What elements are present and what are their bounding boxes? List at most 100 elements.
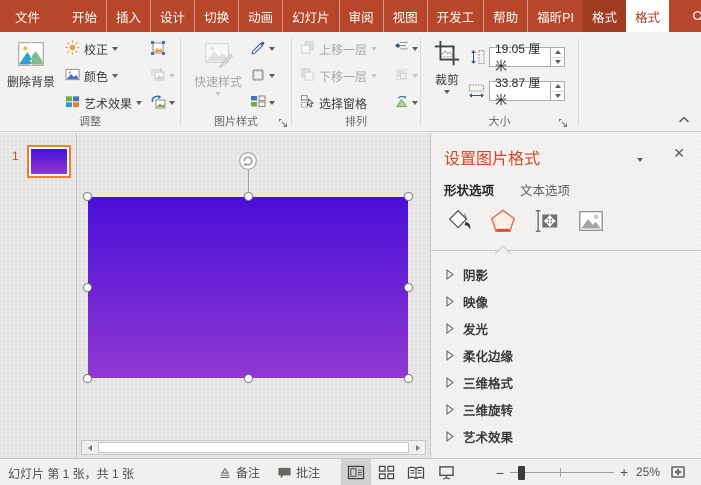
- tab-format-contextual[interactable]: 格式: [582, 0, 626, 32]
- tab-developer[interactable]: 开发工: [426, 0, 484, 32]
- picture-format-icon[interactable]: [576, 205, 606, 237]
- resize-handle-ne[interactable]: [404, 192, 413, 201]
- normal-view-button[interactable]: [341, 459, 371, 485]
- slide-number: 1: [12, 149, 19, 163]
- section-artistic-effects[interactable]: 艺术效果: [446, 423, 691, 450]
- align-button[interactable]: [392, 38, 420, 60]
- zoom-slider-track[interactable]: [510, 472, 614, 473]
- group-objects-icon: [394, 67, 409, 85]
- comments-button[interactable]: 批注: [277, 463, 320, 482]
- resize-handle-s[interactable]: [243, 374, 253, 383]
- tab-insert[interactable]: 插入: [106, 0, 150, 32]
- corrections-button[interactable]: 校正: [62, 38, 121, 60]
- tab-design[interactable]: 设计: [150, 0, 194, 32]
- scroll-left-button[interactable]: [82, 441, 97, 454]
- close-pane-button[interactable]: ✕: [673, 145, 685, 162]
- section-label: 艺术效果: [463, 431, 514, 445]
- remove-background-button[interactable]: 删除背景: [4, 34, 58, 122]
- tab-shape-options[interactable]: 形状选项: [444, 180, 494, 199]
- tab-file[interactable]: 文件: [0, 0, 55, 32]
- group-objects-button[interactable]: [392, 65, 420, 87]
- slide-picture[interactable]: [83, 152, 413, 383]
- tab-slideshow[interactable]: 幻灯片: [282, 0, 339, 32]
- rotate-handle[interactable]: [239, 152, 257, 170]
- section-3d-rotation[interactable]: 三维旋转: [446, 396, 691, 423]
- resize-handle-nw[interactable]: [83, 192, 92, 201]
- tab-help[interactable]: 帮助: [483, 0, 527, 32]
- reading-view-button[interactable]: [401, 459, 431, 485]
- slideshow-view-button[interactable]: [431, 459, 461, 485]
- change-picture-button[interactable]: [148, 65, 177, 87]
- section-3d-format[interactable]: 三维格式: [446, 369, 691, 396]
- bring-forward-button[interactable]: 上移一层: [297, 38, 380, 60]
- shape-width-stepper[interactable]: [550, 82, 564, 100]
- section-shadow[interactable]: 阴影: [446, 261, 691, 288]
- effects-icon[interactable]: [488, 205, 518, 237]
- chevron-down-icon: [412, 101, 418, 105]
- quick-styles-button[interactable]: 快速样式: [190, 34, 246, 122]
- slide-thumbnail[interactable]: [27, 145, 71, 178]
- notes-button[interactable]: 备注: [218, 463, 260, 482]
- fill-line-icon[interactable]: [444, 205, 474, 237]
- resize-handle-w[interactable]: [83, 283, 92, 292]
- reset-picture-icon: [150, 94, 166, 113]
- tab-home[interactable]: 开始: [63, 0, 106, 32]
- resize-handle-e[interactable]: [404, 283, 413, 292]
- picture-effects-button[interactable]: [248, 65, 277, 87]
- horizontal-scrollbar[interactable]: [81, 440, 426, 455]
- compress-pictures-button[interactable]: [148, 38, 168, 60]
- expand-triangle-icon: [446, 296, 454, 307]
- resize-handle-se[interactable]: [404, 374, 413, 383]
- zoom-out-button[interactable]: −: [496, 465, 504, 481]
- section-glow[interactable]: 发光: [446, 315, 691, 342]
- zoom-slider-thumb[interactable]: [518, 466, 525, 480]
- pane-sections: 阴影 映像 发光 柔化边缘 三维格式 三维旋转 艺术效果: [446, 261, 691, 450]
- section-reflection[interactable]: 映像: [446, 288, 691, 315]
- resize-handle-n[interactable]: [243, 192, 253, 201]
- group-separator: [291, 38, 292, 125]
- section-label: 三维格式: [463, 377, 514, 391]
- send-backward-button[interactable]: 下移一层: [297, 65, 380, 87]
- pane-options-button[interactable]: [637, 151, 643, 165]
- slide-sorter-view-button[interactable]: [371, 459, 401, 485]
- reset-picture-button[interactable]: [148, 92, 177, 114]
- selection-pane-button[interactable]: 选择窗格: [297, 92, 370, 114]
- size-dialog-launcher[interactable]: [556, 116, 569, 129]
- picture-layout-button[interactable]: [248, 92, 277, 114]
- scroll-thumb[interactable]: [98, 442, 409, 453]
- tab-animations[interactable]: 动画: [238, 0, 282, 32]
- size-properties-icon[interactable]: [532, 205, 562, 237]
- picture-border-button[interactable]: [248, 38, 277, 60]
- notes-icon: [220, 467, 230, 478]
- artistic-effects-button[interactable]: 艺术效果: [62, 92, 145, 114]
- collapse-ribbon-button[interactable]: [677, 113, 691, 127]
- scroll-track[interactable]: [97, 441, 410, 454]
- tab-transitions[interactable]: 切换: [194, 0, 238, 32]
- scroll-right-button[interactable]: [410, 441, 425, 454]
- zoom-level[interactable]: 25%: [636, 465, 660, 479]
- normal-view-icon: [347, 465, 365, 480]
- tab-format-active[interactable]: 格式: [626, 0, 670, 32]
- crop-button[interactable]: 裁剪: [426, 34, 468, 122]
- reading-view-icon: [407, 466, 425, 479]
- tab-text-options[interactable]: 文本选项: [520, 180, 570, 199]
- section-soft-edges[interactable]: 柔化边缘: [446, 342, 691, 369]
- chevron-down-icon: [371, 47, 378, 51]
- shape-width-field[interactable]: 33.87 厘米: [489, 76, 565, 107]
- color-button[interactable]: 颜色: [62, 65, 121, 87]
- zoom-in-button[interactable]: +: [620, 464, 628, 480]
- tab-review[interactable]: 审阅: [338, 0, 383, 32]
- shape-height-field[interactable]: 19.05 厘米: [489, 42, 565, 73]
- chevron-down-icon: [112, 47, 119, 51]
- tell-me-box[interactable]: 告诉我: [683, 0, 701, 32]
- fit-to-window-button[interactable]: [670, 464, 686, 483]
- artistic-effects-label: 艺术效果: [84, 96, 133, 111]
- notes-label: 备注: [236, 466, 261, 480]
- tab-foxit[interactable]: 福昕PI: [527, 0, 583, 32]
- fit-to-window-icon: [671, 466, 685, 478]
- shape-height-stepper[interactable]: [550, 48, 564, 66]
- picture-styles-dialog-launcher[interactable]: [276, 116, 289, 129]
- tab-view[interactable]: 视图: [382, 0, 427, 32]
- rotate-objects-button[interactable]: [392, 92, 420, 114]
- resize-handle-sw[interactable]: [83, 374, 92, 383]
